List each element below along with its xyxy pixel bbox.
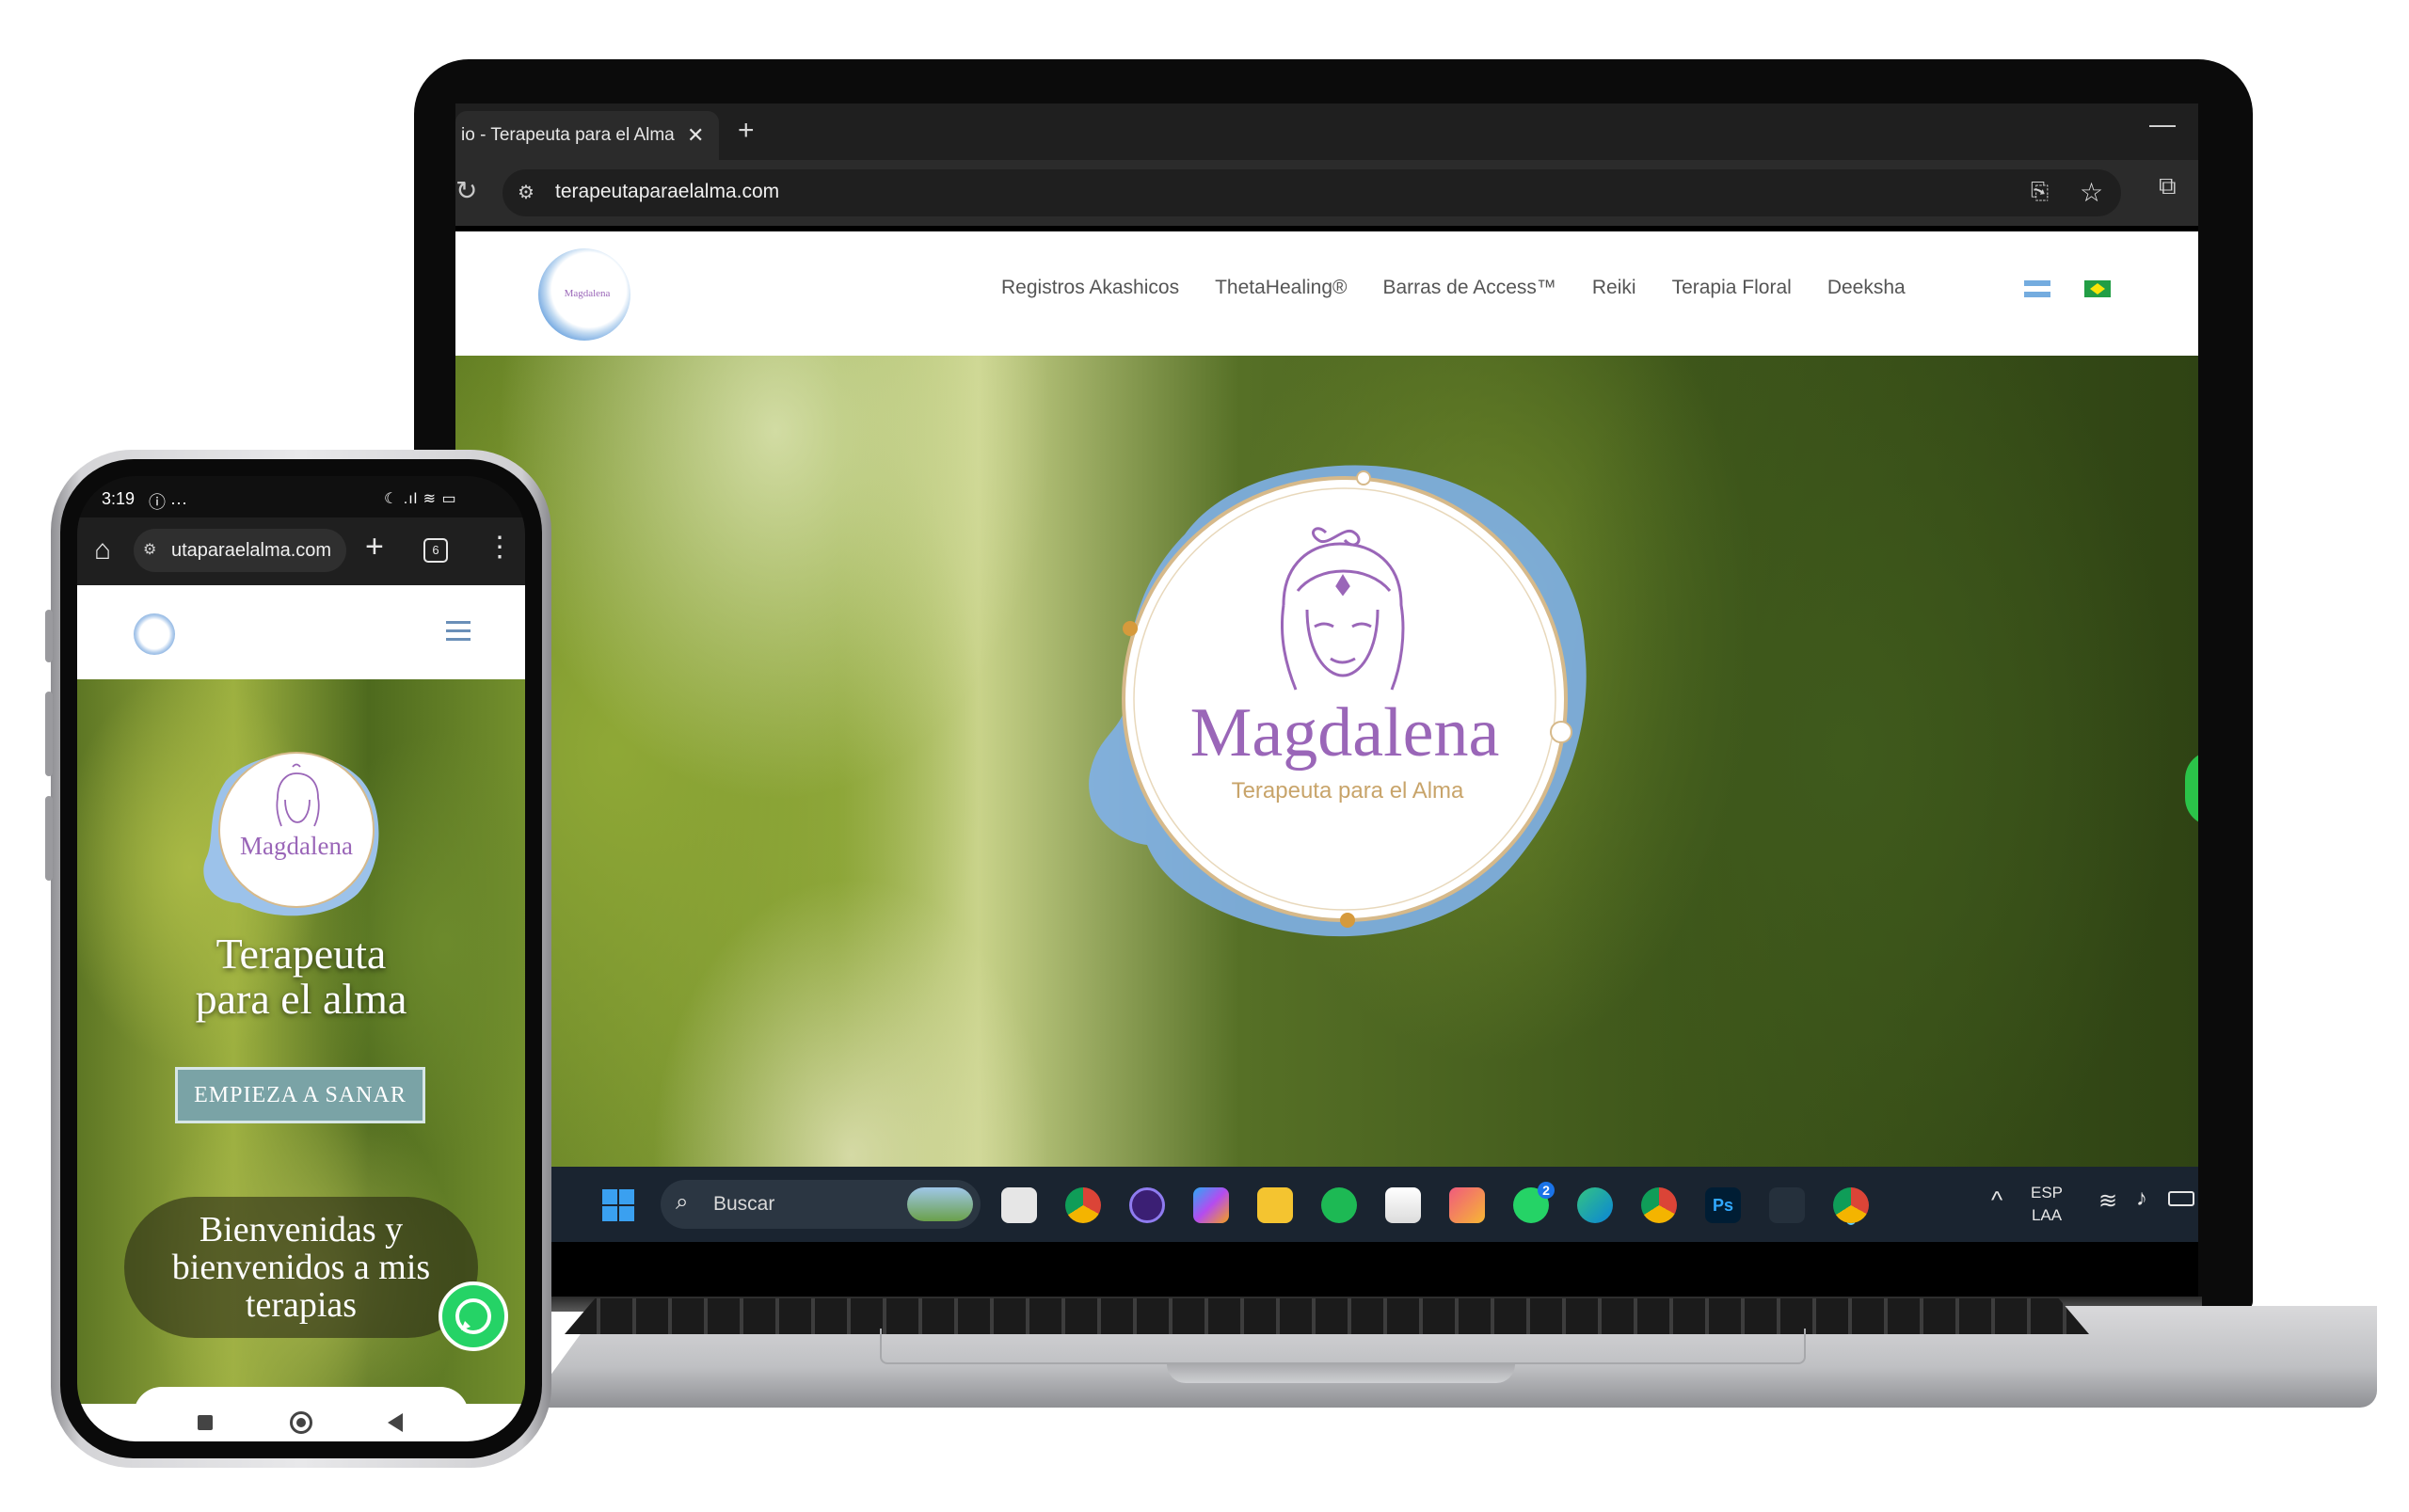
- tab-switcher-button[interactable]: 6: [423, 538, 448, 563]
- extensions-icon[interactable]: ⧉: [2159, 171, 2177, 201]
- whatsapp-glyph-icon: [455, 1298, 491, 1334]
- keyboard-layout: LAA: [2031, 1206, 2063, 1224]
- home-icon[interactable]: ⌂: [94, 534, 111, 566]
- translate-icon[interactable]: ⎘: [2031, 179, 2049, 205]
- address-bar[interactable]: ⚙ terapeutaparaelalma.com ⎘ ☆: [503, 169, 2121, 216]
- tab-close-icon[interactable]: ✕: [687, 123, 704, 148]
- chrome-profile-icon[interactable]: [1641, 1187, 1677, 1223]
- status-system-icons: ☾ .ıl ≋ ▭: [384, 491, 457, 507]
- bookmark-star-icon[interactable]: ☆: [2080, 177, 2103, 208]
- hero-logo: Magdalena Terapeuta para el Alma: [1089, 465, 1587, 937]
- whatsapp-icon[interactable]: [439, 1281, 508, 1351]
- phone-hero-section: Magdalena Terapeuta para el alma EMPIEZA…: [77, 679, 525, 1404]
- phone-volume-down-button: [45, 796, 53, 881]
- copilot-icon[interactable]: [1193, 1187, 1229, 1223]
- taskbar-search[interactable]: ⌕ Buscar: [661, 1180, 981, 1229]
- whatsapp-icon[interactable]: 2: [1513, 1182, 1555, 1223]
- cortana-icon[interactable]: [1129, 1187, 1165, 1223]
- whatsapp-float-button[interactable]: [2185, 751, 2198, 826]
- whatsapp-badge: 2: [1538, 1182, 1555, 1199]
- nav-item-thetahealing[interactable]: ThetaHealing®: [1215, 277, 1347, 299]
- site-logo-text: Magdalena: [564, 288, 611, 299]
- url-text[interactable]: terapeutaparaelalma.com: [555, 181, 779, 203]
- browser-tab-bar: io - Terapeuta para el Alma ✕ + —: [455, 103, 2198, 160]
- phone-site-header: [77, 585, 525, 679]
- laptop-palmrest: [880, 1329, 1806, 1364]
- phone-hero-logo-name: Magdalena: [240, 832, 353, 860]
- phone-side-button: [45, 610, 53, 662]
- search-icon: ⌕: [676, 1189, 689, 1215]
- brazil-flag-icon[interactable]: [2084, 280, 2111, 297]
- kebab-menu-icon[interactable]: ⋮: [486, 531, 514, 564]
- browser-tab[interactable]: io - Terapeuta para el Alma ✕: [455, 111, 719, 160]
- phone-volume-up-button: [45, 692, 53, 776]
- hero-logo-name: Magdalena: [1190, 694, 1500, 772]
- spotify-icon[interactable]: [1321, 1187, 1357, 1223]
- site-logo[interactable]: Magdalena: [538, 248, 630, 341]
- photoshop-icon[interactable]: Ps: [1705, 1187, 1741, 1223]
- terminal-icon[interactable]: [1769, 1187, 1805, 1223]
- phone-new-tab-button[interactable]: +: [365, 529, 384, 565]
- phone-browser-toolbar: ⌂ ⚙ utaparaelalma.com + 6 ⋮: [77, 517, 525, 585]
- recents-button[interactable]: [198, 1415, 213, 1430]
- back-button[interactable]: [388, 1413, 403, 1432]
- status-time: 3:19: [102, 489, 136, 508]
- phone-screen: 3:19 ⓘ ··· ☾ .ıl ≋ ▭ ⌂ ⚙ utaparaelalma.c…: [77, 476, 525, 1441]
- language-indicator[interactable]: ESP LAA: [2031, 1182, 2063, 1227]
- new-tab-button[interactable]: +: [738, 115, 755, 147]
- battery-icon[interactable]: [2168, 1191, 2194, 1206]
- android-home-button[interactable]: [290, 1411, 312, 1434]
- chrome-active-icon[interactable]: [1833, 1187, 1869, 1223]
- language-code: ESP: [2031, 1184, 2064, 1202]
- chrome-icon[interactable]: [1065, 1187, 1101, 1223]
- hero-logo-tagline: Terapeuta para el Alma: [1232, 778, 1464, 804]
- welcome-banner: Bienvenidas y bienvenidos a mis terapias: [124, 1197, 478, 1338]
- tab-title: io - Terapeuta para el Alma: [461, 125, 675, 145]
- taskbar-search-text: Buscar: [713, 1193, 775, 1215]
- reload-icon[interactable]: ↻: [455, 175, 477, 206]
- hero-title-line-1: Terapeuta: [215, 930, 387, 978]
- content-card-top: [134, 1387, 469, 1404]
- phone-address-bar[interactable]: ⚙ utaparaelalma.com: [134, 529, 346, 572]
- search-highlight-image: [907, 1187, 973, 1221]
- welcome-line-3: terapias: [245, 1285, 358, 1325]
- hero-section: Magdalena Terapeuta para el Alma: [455, 356, 2198, 1167]
- welcome-line-2: bienvenidos a mis: [171, 1248, 431, 1287]
- wifi-icon[interactable]: ≋: [2098, 1187, 2117, 1215]
- volume-icon[interactable]: ♪: [2136, 1186, 2147, 1212]
- store-icon[interactable]: [1385, 1187, 1421, 1223]
- phone-hero-title: Terapeuta para el alma: [77, 931, 525, 1022]
- windows-start-icon[interactable]: [602, 1189, 634, 1221]
- windows-taskbar: ⌕ Buscar 2 Ps ^ ESP LAA ≋ ♪: [455, 1167, 2198, 1242]
- laptop-notch: [1167, 1364, 1515, 1383]
- browser-toolbar: ↻ ⚙ terapeutaparaelalma.com ⎘ ☆ ⧉: [455, 160, 2198, 226]
- tray-chevron-up-icon[interactable]: ^: [1991, 1186, 2002, 1215]
- site-info-icon[interactable]: ⚙: [143, 540, 156, 559]
- camera-icon[interactable]: [1449, 1187, 1485, 1223]
- phone-site-logo[interactable]: [134, 613, 175, 655]
- site-info-icon[interactable]: ⚙: [518, 181, 534, 204]
- hero-title-line-2: para el alma: [195, 975, 407, 1023]
- file-explorer-icon[interactable]: [1257, 1187, 1293, 1223]
- status-notification-icons: ⓘ ···: [149, 493, 187, 512]
- android-nav-bar: [77, 1404, 525, 1441]
- nav-item-registros-akashicos[interactable]: Registros Akashicos: [1001, 277, 1179, 299]
- nav-item-terapia-floral[interactable]: Terapia Floral: [1672, 277, 1792, 299]
- minimize-button[interactable]: —: [2149, 109, 2176, 139]
- laptop-screen: io - Terapeuta para el Alma ✕ + — ↻ ⚙ te…: [455, 103, 2198, 1298]
- nav-item-deeksha[interactable]: Deeksha: [1827, 277, 1906, 299]
- empieza-a-sanar-button[interactable]: EMPIEZA A SANAR: [175, 1067, 425, 1123]
- phone-status-bar: 3:19 ⓘ ··· ☾ .ıl ≋ ▭: [77, 476, 525, 517]
- task-view-icon[interactable]: [1001, 1187, 1037, 1223]
- site-header: Magdalena Registros Akashicos ThetaHeali…: [455, 231, 2198, 356]
- nav-item-barras-de-access[interactable]: Barras de Access™: [1382, 277, 1555, 299]
- welcome-line-1: Bienvenidas y: [199, 1210, 404, 1249]
- phone-url-text[interactable]: utaparaelalma.com: [171, 540, 331, 562]
- edge-icon[interactable]: [1577, 1187, 1613, 1223]
- hamburger-menu-icon[interactable]: [446, 621, 471, 642]
- main-nav: Registros Akashicos ThetaHealing® Barras…: [1001, 277, 1906, 299]
- phone-hero-logo: Magdalena: [203, 752, 379, 916]
- nav-item-reiki[interactable]: Reiki: [1592, 277, 1636, 299]
- argentina-flag-icon[interactable]: [2024, 280, 2050, 297]
